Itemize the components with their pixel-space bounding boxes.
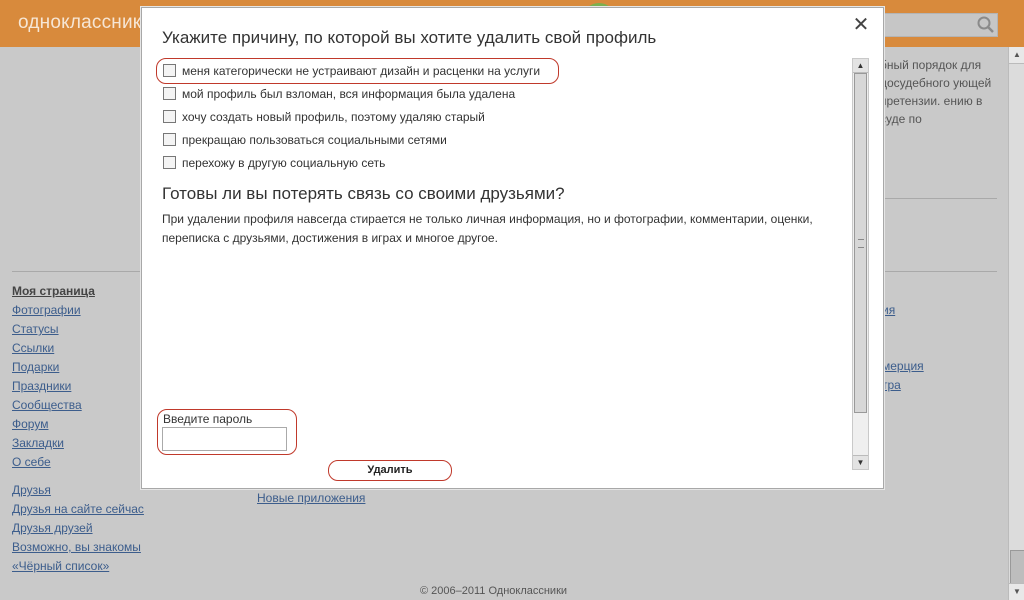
divider [880, 198, 997, 199]
scroll-down-arrow-icon[interactable]: ▼ [1009, 583, 1024, 600]
nav-statuses[interactable]: Статусы [12, 320, 144, 339]
nav-gifts[interactable]: Подарки [12, 358, 144, 377]
reason-option-other-network[interactable]: перехожу в другую социальную сеть [163, 155, 385, 171]
nav-maybe-known[interactable]: Возможно, вы знакомы [12, 538, 144, 557]
nav-friends[interactable]: Друзья [12, 481, 144, 500]
close-icon[interactable]: ✕ [850, 14, 872, 36]
nav-about[interactable]: О себе [12, 453, 144, 472]
password-label: Введите пароль [163, 412, 253, 426]
right-link-2[interactable]: мерция [882, 359, 924, 373]
sidebar-nav: Моя страница Фотографии Статусы Ссылки П… [12, 282, 144, 576]
nav-blacklist[interactable]: «Чёрный список» [12, 557, 144, 576]
friends-warning-heading: Готовы ли вы потерять связь со своими др… [162, 184, 565, 203]
background-notice-text: бный порядок для досудебного ующей прете… [880, 58, 992, 126]
delete-button[interactable]: Удалить [328, 460, 452, 481]
scroll-down-arrow-icon[interactable]: ▼ [853, 455, 868, 469]
site-logo[interactable]: одноклассники [18, 12, 152, 34]
footer-copyright: © 2006–2011 Одноклассники [420, 585, 568, 597]
nav-bookmarks[interactable]: Закладки [12, 434, 144, 453]
delete-profile-dialog: ✕ Укажите причину, по которой вы хотите … [141, 7, 884, 489]
nav-links[interactable]: Ссылки [12, 339, 144, 358]
nav-photos[interactable]: Фотографии [12, 301, 144, 320]
scroll-up-arrow-icon[interactable]: ▲ [1009, 47, 1024, 64]
new-apps-link[interactable]: Новые приложения [257, 491, 365, 505]
checkbox[interactable] [163, 133, 176, 146]
nav-friends-of-friends[interactable]: Друзья друзей [12, 519, 144, 538]
checkbox[interactable] [163, 87, 176, 100]
dialog-scroll-thumb[interactable] [854, 73, 867, 413]
checkbox[interactable] [163, 110, 176, 123]
nav-friends-online[interactable]: Друзья на сайте сейчас [12, 500, 144, 519]
page-scroll-thumb[interactable] [1010, 550, 1024, 586]
page-scrollbar[interactable]: ▲ ▼ [1008, 47, 1024, 600]
scroll-up-arrow-icon[interactable]: ▲ [853, 59, 868, 73]
divider [12, 271, 142, 272]
password-field[interactable] [162, 427, 287, 451]
checkbox[interactable] [163, 64, 176, 77]
nav-my-page[interactable]: Моя страница [12, 282, 144, 301]
right-link-3[interactable]: тра [882, 378, 901, 392]
reason-option-quit-social[interactable]: прекращаю пользоваться социальными сетям… [163, 132, 447, 148]
nav-holidays[interactable]: Праздники [12, 377, 144, 396]
nav-communities[interactable]: Сообщества [12, 396, 144, 415]
dialog-title: Укажите причину, по которой вы хотите уд… [162, 28, 657, 47]
reason-option-hacked[interactable]: мой профиль был взломан, вся информация … [163, 86, 515, 102]
divider [880, 271, 997, 272]
reason-option-new-profile[interactable]: хочу создать новый профиль, поэтому удал… [163, 109, 485, 125]
nav-forum[interactable]: Форум [12, 415, 144, 434]
search-icon[interactable] [976, 15, 996, 35]
dialog-scrollbar[interactable]: ▲ ▼ [852, 58, 869, 470]
checkbox[interactable] [163, 156, 176, 169]
grip-icon [858, 239, 864, 248]
deletion-warning-text: При удалении профиля навсегда стирается … [162, 212, 813, 245]
reason-option-design[interactable]: меня категорически не устраивают дизайн … [163, 63, 540, 79]
